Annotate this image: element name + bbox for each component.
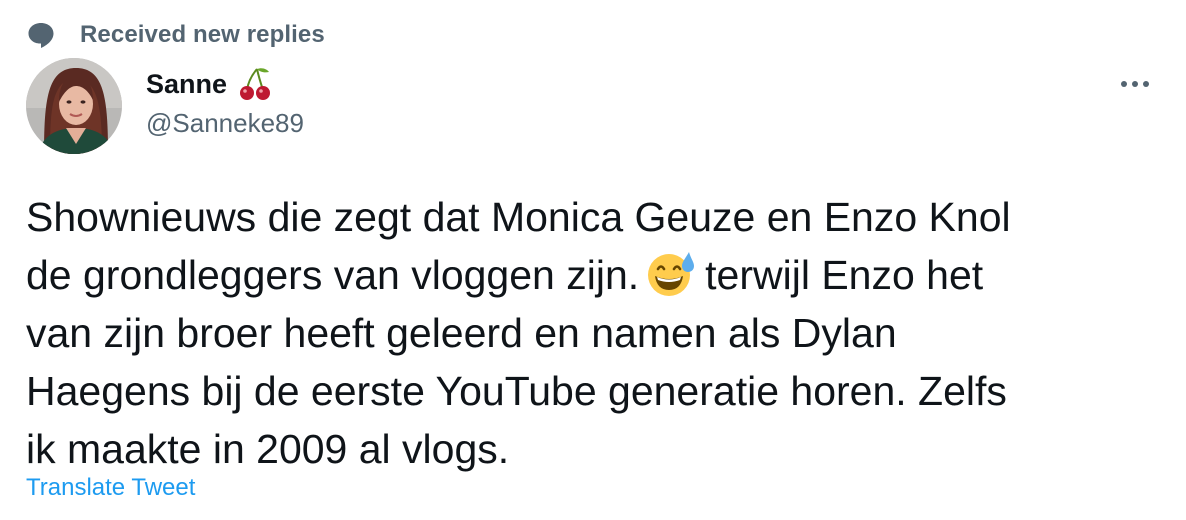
- tweet-line: Shownieuws die zegt dat Monica Geuze en …: [26, 194, 1011, 240]
- context-label: Received new replies: [80, 21, 325, 48]
- tweet-line: de grondleggers van vloggen zijn. terwij…: [26, 246, 1156, 304]
- more-options-button[interactable]: [1110, 66, 1160, 102]
- tweet-text-segment: de grondleggers van vloggen zijn.: [26, 252, 640, 298]
- speech-bubble-icon: [26, 20, 56, 50]
- tweet-line: ik maakte in 2009 al vlogs.: [26, 426, 510, 472]
- social-context: Received new replies: [26, 18, 325, 52]
- author-block: Sanne @Sanneke89: [146, 64, 304, 139]
- more-dots-icon: [1120, 75, 1150, 93]
- tweet-text-segment: terwijl Enzo het: [705, 252, 984, 298]
- translate-tweet-link[interactable]: Translate Tweet: [26, 474, 195, 502]
- avatar[interactable]: [26, 58, 122, 154]
- user-handle[interactable]: @Sanneke89: [146, 108, 304, 139]
- tweet-card[interactable]: Received new replies Sanne @Sanneke89 Sh…: [0, 0, 1186, 520]
- display-name[interactable]: Sanne: [146, 69, 227, 100]
- tweet-line: van zijn broer heeft geleerd en namen al…: [26, 310, 897, 356]
- tweet-line: Haegens bij de eerste YouTube generatie …: [26, 368, 1007, 414]
- name-row: Sanne: [146, 64, 304, 104]
- grinning-sweat-emoji-icon: [645, 249, 701, 297]
- tweet-text: Shownieuws die zegt dat Monica Geuze en …: [26, 188, 1156, 478]
- cherries-icon: [237, 66, 273, 102]
